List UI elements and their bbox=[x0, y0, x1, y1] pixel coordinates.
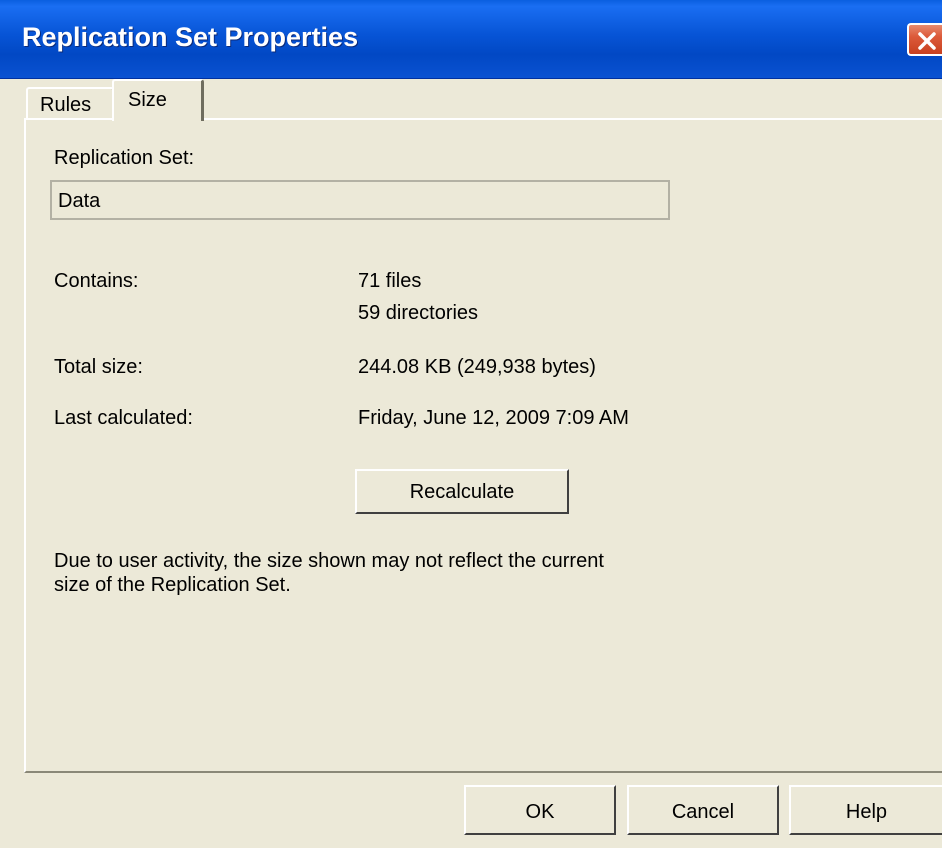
contains-label: Contains: bbox=[54, 270, 139, 292]
total-size-value: 244.08 KB (249,938 bytes) bbox=[358, 356, 596, 378]
recalculate-button[interactable]: Recalculate bbox=[355, 469, 569, 514]
replication-set-field: Data bbox=[50, 180, 670, 220]
recalculate-button-label: Recalculate bbox=[409, 481, 515, 503]
replication-set-value: Data bbox=[58, 190, 101, 212]
notice-text-line2: size of the Replication Set. bbox=[54, 574, 291, 596]
cancel-button[interactable]: Cancel bbox=[627, 785, 779, 835]
last-calculated-value: Friday, June 12, 2009 7:09 AM bbox=[358, 407, 629, 429]
total-size-label: Total size: bbox=[54, 356, 143, 378]
files-count: 71 files bbox=[358, 270, 422, 292]
replication-set-properties-dialog: Replication Set Properties Rules Size Re… bbox=[0, 0, 942, 848]
last-calculated-label: Last calculated: bbox=[54, 407, 193, 429]
cancel-button-label: Cancel bbox=[671, 801, 735, 823]
replication-set-label: Replication Set: bbox=[54, 147, 195, 169]
directories-count: 59 directories bbox=[358, 302, 479, 324]
close-button[interactable] bbox=[907, 23, 942, 56]
ok-button[interactable]: OK bbox=[464, 785, 616, 835]
help-button-label: Help bbox=[845, 801, 888, 823]
window-title: Replication Set Properties bbox=[22, 22, 359, 52]
tab-size-label: Size bbox=[128, 89, 167, 111]
ok-button-label: OK bbox=[525, 801, 555, 823]
notice-text-line1: Due to user activity, the size shown may… bbox=[54, 550, 604, 572]
title-bar[interactable]: Replication Set Properties bbox=[0, 0, 942, 79]
tab-rules[interactable]: Rules bbox=[26, 87, 114, 119]
help-button[interactable]: Help bbox=[789, 785, 942, 835]
tab-size[interactable]: Size bbox=[112, 79, 204, 121]
close-icon bbox=[918, 32, 936, 50]
tab-rules-label: Rules bbox=[40, 94, 92, 116]
